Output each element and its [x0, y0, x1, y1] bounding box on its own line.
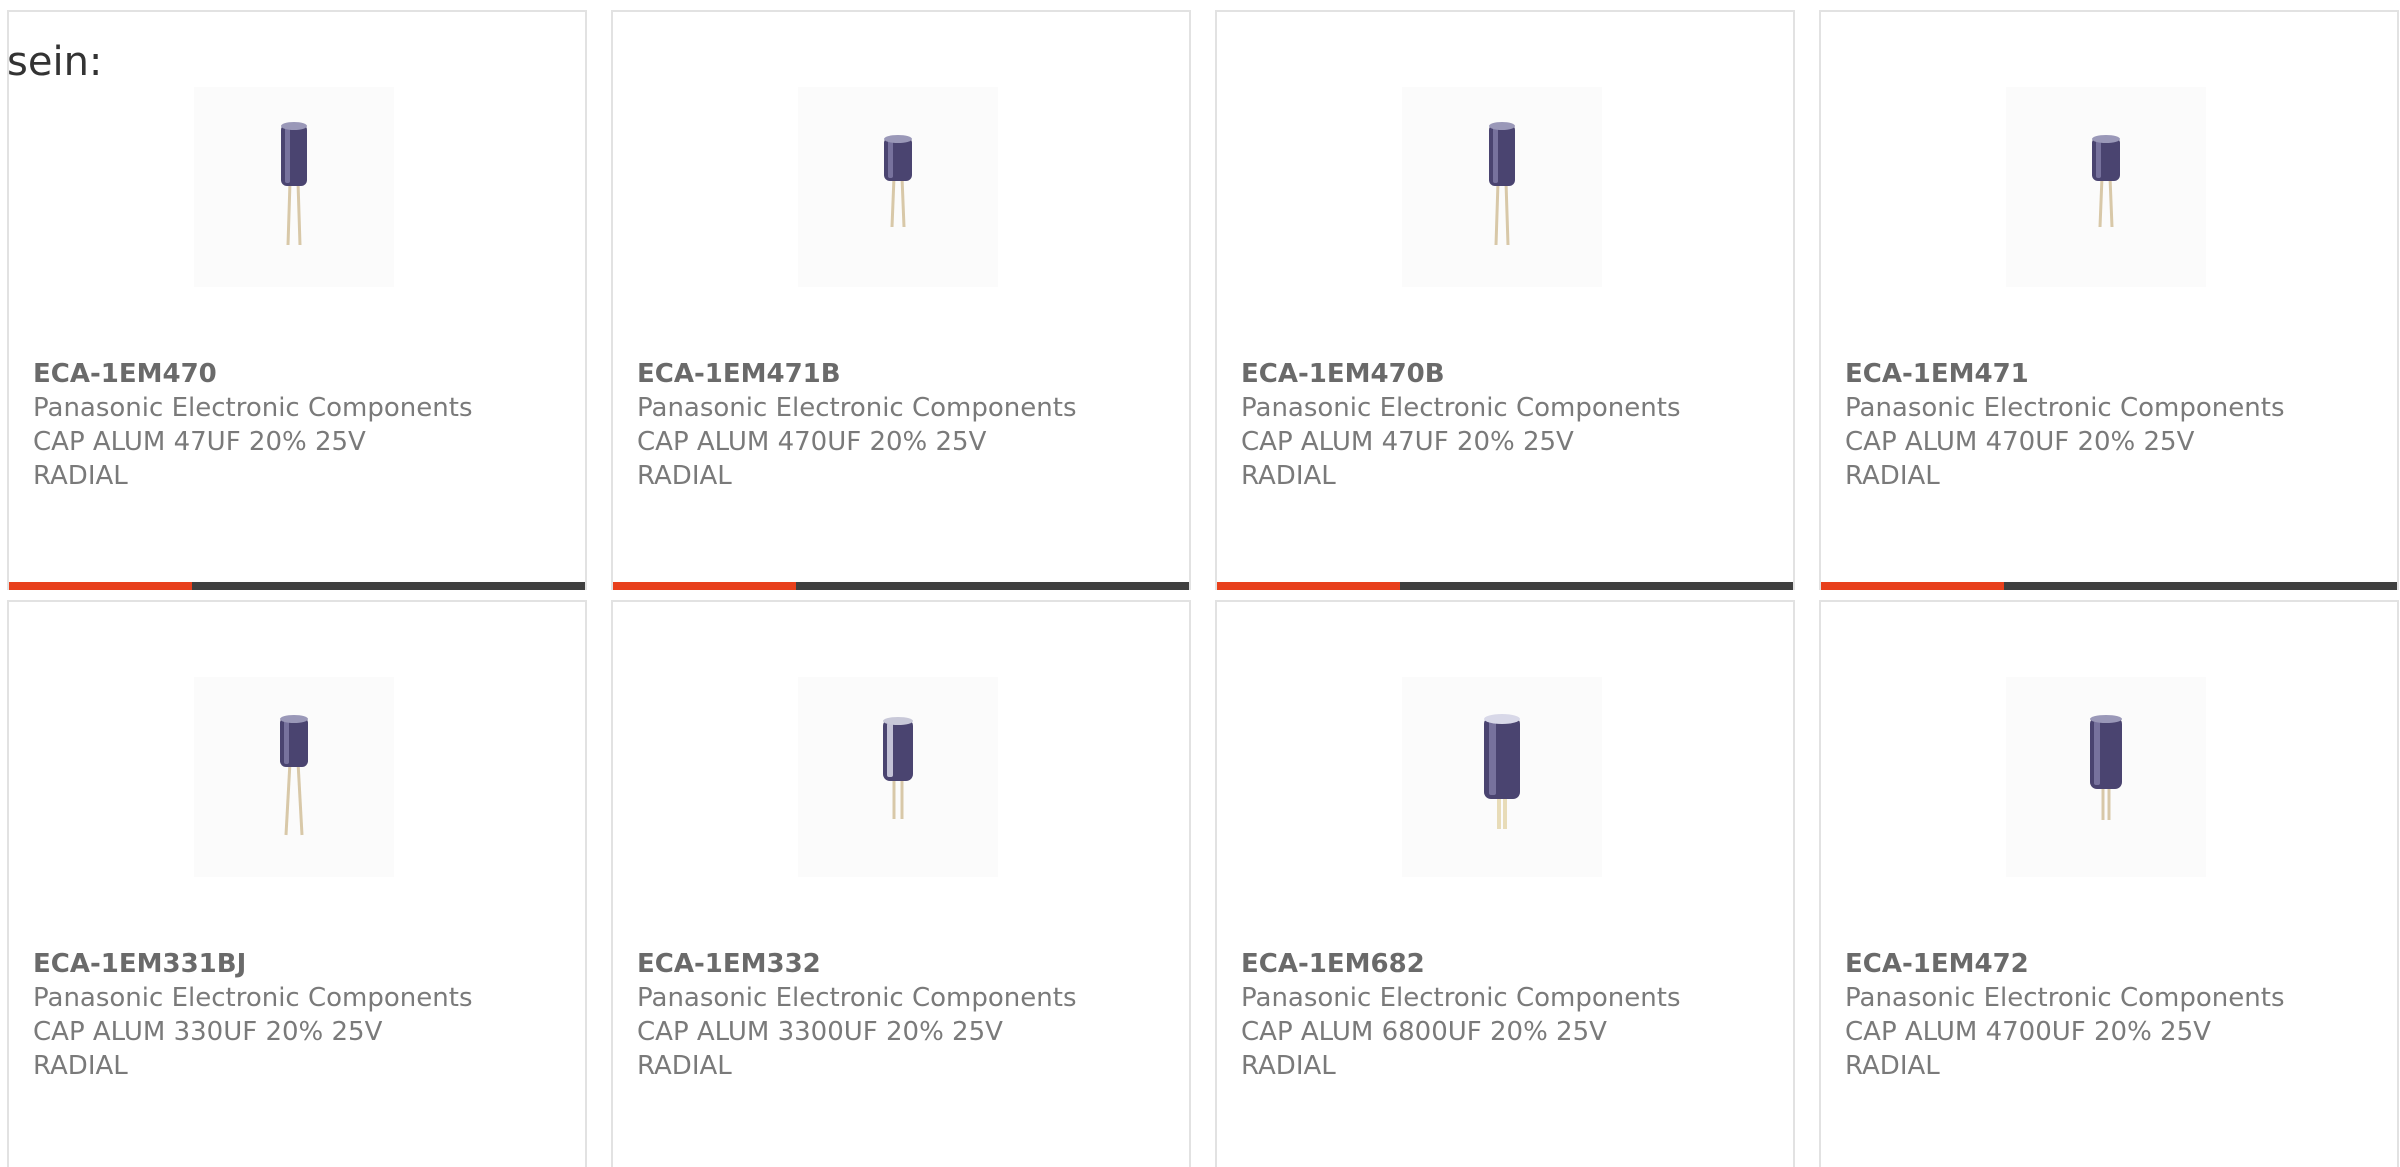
mounting-type: RADIAL — [1241, 461, 1336, 491]
card-bottom-bar — [1821, 582, 2397, 590]
card-accent-bar — [9, 582, 192, 590]
product-card[interactable]: ECA-1EM331BJ Panasonic Electronic Compon… — [7, 600, 587, 1167]
product-card[interactable]: ECA-1EM682 Panasonic Electronic Componen… — [1215, 600, 1795, 1167]
capacitor-icon — [2092, 135, 2120, 228]
manufacturer: Panasonic Electronic Components — [33, 983, 473, 1013]
product-image[interactable] — [798, 677, 998, 877]
product-card[interactable]: ECA-1EM472 Panasonic Electronic Componen… — [1819, 600, 2399, 1167]
product-info: ECA-1EM332 Panasonic Electronic Componen… — [637, 947, 1167, 1083]
part-number-link[interactable]: ECA-1EM331BJ — [33, 947, 563, 981]
manufacturer: Panasonic Electronic Components — [33, 393, 473, 423]
product-image[interactable] — [1402, 87, 1602, 287]
description: CAP ALUM 47UF 20% 25V — [1241, 427, 1574, 457]
card-accent-bar — [1217, 582, 1400, 590]
description: CAP ALUM 4700UF 20% 25V — [1845, 1017, 2211, 1047]
product-card[interactable]: ECA-1EM470B Panasonic Electronic Compone… — [1215, 10, 1795, 590]
capacitor-icon — [2090, 715, 2122, 820]
product-info: ECA-1EM331BJ Panasonic Electronic Compon… — [33, 947, 563, 1083]
part-number-link[interactable]: ECA-1EM471B — [637, 357, 1167, 391]
description: CAP ALUM 470UF 20% 25V — [637, 427, 987, 457]
product-image[interactable] — [1402, 677, 1602, 877]
card-accent-bar — [1821, 582, 2004, 590]
mounting-type: RADIAL — [33, 461, 128, 491]
product-image[interactable] — [2006, 87, 2206, 287]
product-image[interactable] — [194, 677, 394, 877]
part-number-link[interactable]: ECA-1EM472 — [1845, 947, 2375, 981]
mounting-type: RADIAL — [637, 461, 732, 491]
part-number-link[interactable]: ECA-1EM471 — [1845, 357, 2375, 391]
capacitor-icon — [1489, 122, 1515, 246]
part-number-link[interactable]: ECA-1EM682 — [1241, 947, 1771, 981]
product-info: ECA-1EM682 Panasonic Electronic Componen… — [1241, 947, 1771, 1083]
description: CAP ALUM 470UF 20% 25V — [1845, 427, 2195, 457]
product-card[interactable]: ECA-1EM332 Panasonic Electronic Componen… — [611, 600, 1191, 1167]
product-card[interactable]: ECA-1EM470 Panasonic Electronic Componen… — [7, 10, 587, 590]
capacitor-icon — [883, 717, 913, 819]
product-card[interactable]: ECA-1EM471 Panasonic Electronic Componen… — [1819, 10, 2399, 590]
card-bottom-bar — [1217, 582, 1793, 590]
description: CAP ALUM 47UF 20% 25V — [33, 427, 366, 457]
product-image[interactable] — [2006, 677, 2206, 877]
product-info: ECA-1EM470 Panasonic Electronic Componen… — [33, 357, 563, 493]
mounting-type: RADIAL — [33, 1051, 128, 1081]
manufacturer: Panasonic Electronic Components — [1241, 393, 1681, 423]
description: CAP ALUM 3300UF 20% 25V — [637, 1017, 1003, 1047]
capacitor-icon — [1484, 714, 1520, 829]
product-image[interactable] — [798, 87, 998, 287]
manufacturer: Panasonic Electronic Components — [1845, 393, 2285, 423]
product-image[interactable] — [194, 87, 394, 287]
manufacturer: Panasonic Electronic Components — [637, 393, 1077, 423]
product-info: ECA-1EM471 Panasonic Electronic Componen… — [1845, 357, 2375, 493]
card-accent-bar — [613, 582, 796, 590]
mounting-type: RADIAL — [1241, 1051, 1336, 1081]
mounting-type: RADIAL — [1845, 461, 1940, 491]
product-info: ECA-1EM470B Panasonic Electronic Compone… — [1241, 357, 1771, 493]
product-grid-page: sein: ECA-1EM470 Panasonic Electronic Co… — [0, 0, 2400, 1167]
product-info: ECA-1EM471B Panasonic Electronic Compone… — [637, 357, 1167, 493]
capacitor-icon — [280, 715, 308, 836]
manufacturer: Panasonic Electronic Components — [1241, 983, 1681, 1013]
part-number-link[interactable]: ECA-1EM332 — [637, 947, 1167, 981]
description: CAP ALUM 6800UF 20% 25V — [1241, 1017, 1607, 1047]
part-number-link[interactable]: ECA-1EM470 — [33, 357, 563, 391]
manufacturer: Panasonic Electronic Components — [637, 983, 1077, 1013]
manufacturer: Panasonic Electronic Components — [1845, 983, 2285, 1013]
product-grid: ECA-1EM470 Panasonic Electronic Componen… — [7, 10, 2399, 1167]
card-bottom-bar — [9, 582, 585, 590]
mounting-type: RADIAL — [1845, 1051, 1940, 1081]
section-heading: sein: — [7, 39, 103, 85]
description: CAP ALUM 330UF 20% 25V — [33, 1017, 383, 1047]
capacitor-icon — [884, 135, 912, 228]
capacitor-icon — [281, 122, 307, 246]
mounting-type: RADIAL — [637, 1051, 732, 1081]
product-card[interactable]: ECA-1EM471B Panasonic Electronic Compone… — [611, 10, 1191, 590]
part-number-link[interactable]: ECA-1EM470B — [1241, 357, 1771, 391]
card-bottom-bar — [613, 582, 1189, 590]
product-info: ECA-1EM472 Panasonic Electronic Componen… — [1845, 947, 2375, 1083]
